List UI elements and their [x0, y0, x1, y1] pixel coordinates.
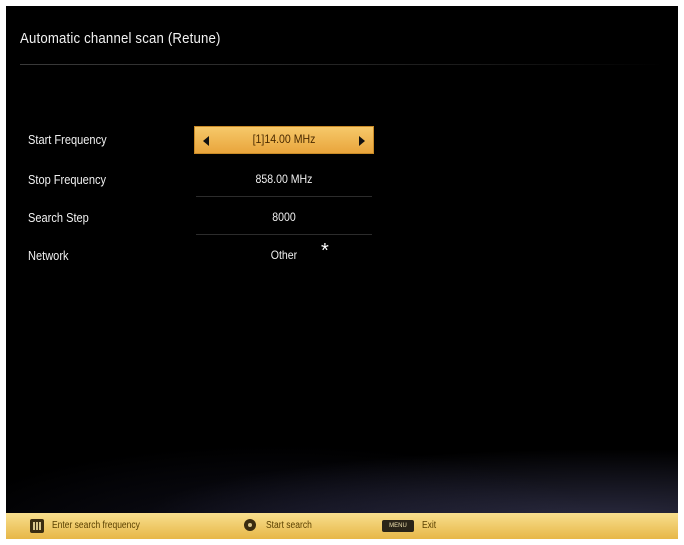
setting-row-network[interactable]: Network Other — [6, 242, 678, 270]
footer-hint-bar: Enter search frequency Start search MENU… — [6, 513, 678, 539]
hint-label: Enter search frequency — [52, 520, 140, 531]
setting-label: Network — [28, 248, 69, 263]
setting-label: Search Step — [28, 210, 89, 225]
title-divider — [20, 64, 664, 65]
setting-value: Other — [270, 248, 298, 262]
setting-label: Start Frequency — [28, 132, 107, 147]
setting-row-search-step[interactable]: Search Step 8000 — [6, 204, 678, 235]
row-divider — [196, 196, 372, 197]
setting-label: Stop Frequency — [28, 172, 107, 187]
tv-menu-screen: Automatic channel scan (Retune) Start Fr… — [6, 6, 678, 539]
asterisk-annotation: * — [321, 240, 329, 262]
hint-label: Exit — [422, 520, 437, 531]
ok-button-icon — [244, 519, 256, 531]
setting-value: [1]14.00 MHz — [252, 132, 316, 146]
setting-row-start-frequency[interactable]: Start Frequency [1]14.00 MHz — [6, 126, 678, 154]
hint-label: Start search — [266, 520, 312, 531]
setting-value: 858.00 MHz — [255, 172, 313, 186]
setting-row-stop-frequency[interactable]: Stop Frequency 858.00 MHz — [6, 166, 678, 197]
setting-value: 8000 — [272, 210, 296, 224]
page-title: Automatic channel scan (Retune) — [20, 30, 221, 47]
background-glow — [6, 429, 678, 519]
row-divider — [196, 234, 372, 235]
menu-key-icon: MENU — [382, 520, 414, 532]
numeric-keys-icon — [30, 519, 44, 533]
